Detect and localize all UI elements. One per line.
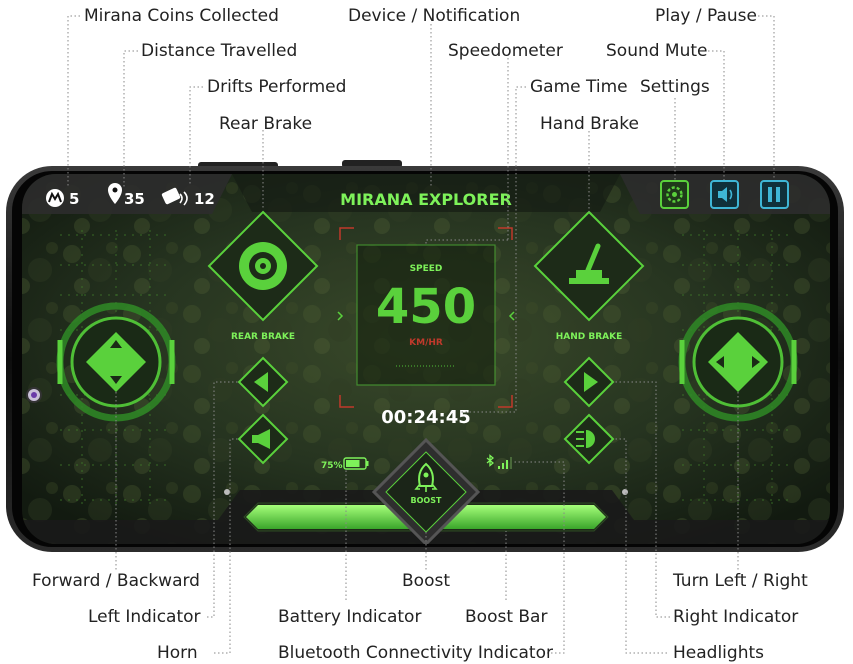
- distance-count: 35: [124, 190, 145, 208]
- callout-speedometer: Speedometer: [448, 41, 563, 61]
- coins-count: 5: [69, 190, 79, 208]
- annotated-controller-diagram: 5 35 12 MIRANA EXPLORER REAR BRAKE HAND …: [6, 15, 844, 654]
- callout-play-pause: Play / Pause: [655, 6, 757, 26]
- callout-hand-brake: Hand Brake: [540, 114, 639, 134]
- callout-forward-backward: Forward / Backward: [32, 571, 200, 591]
- sound-mute-button[interactable]: [710, 180, 739, 209]
- callout-boost-bar: Boost Bar: [465, 607, 548, 627]
- pause-icon: [768, 187, 772, 202]
- callout-mirana-coins: Mirana Coins Collected: [84, 6, 279, 26]
- speed-unit: KM/HR: [409, 338, 443, 348]
- callout-left-indicator: Left Indicator: [88, 607, 201, 627]
- play-pause-button[interactable]: [760, 180, 789, 209]
- game-screen: 5 35 12 MIRANA EXPLORER REAR BRAKE HAND …: [22, 174, 830, 544]
- boost-label: BOOST: [411, 496, 442, 505]
- callout-right-indicator: Right Indicator: [673, 607, 799, 627]
- callout-bluetooth-indicator: Bluetooth Connectivity Indicator: [278, 643, 553, 663]
- hand-brake-label: HAND BRAKE: [556, 332, 623, 342]
- speed-label: SPEED: [410, 264, 443, 274]
- boost-bar-left-fill: [246, 505, 412, 529]
- callout-boost: Boost: [402, 571, 450, 591]
- callout-rear-brake: Rear Brake: [219, 114, 313, 134]
- callout-device-notification: Device / Notification: [348, 6, 521, 26]
- rear-brake-label: REAR BRAKE: [231, 332, 295, 342]
- callout-battery-indicator: Battery Indicator: [278, 607, 422, 627]
- battery-fill: [346, 460, 360, 467]
- callout-headlights: Headlights: [673, 643, 764, 663]
- hand-brake-lever-icon: [569, 278, 609, 284]
- boost-bar-right-fill: [440, 505, 606, 529]
- callout-turn-left-right: Turn Left / Right: [673, 571, 808, 591]
- signal-bars-icon: [498, 466, 500, 469]
- callout-settings: Settings: [640, 77, 710, 97]
- game-time: 00:24:45: [381, 407, 471, 428]
- callout-drifts-performed: Drifts Performed: [207, 77, 347, 97]
- callout-distance-travelled: Distance Travelled: [141, 41, 298, 61]
- callout-horn: Horn: [157, 643, 198, 663]
- speedometer: SPEED 450 KM/HR: [337, 227, 515, 408]
- speed-value: 450: [376, 279, 476, 335]
- settings-button[interactable]: [660, 180, 689, 209]
- callout-game-time: Game Time: [530, 77, 628, 97]
- drifts-count: 12: [194, 190, 215, 208]
- battery-percent: 75%: [321, 461, 343, 471]
- callout-sound-mute: Sound Mute: [606, 41, 708, 61]
- game-title: MIRANA EXPLORER: [340, 190, 512, 209]
